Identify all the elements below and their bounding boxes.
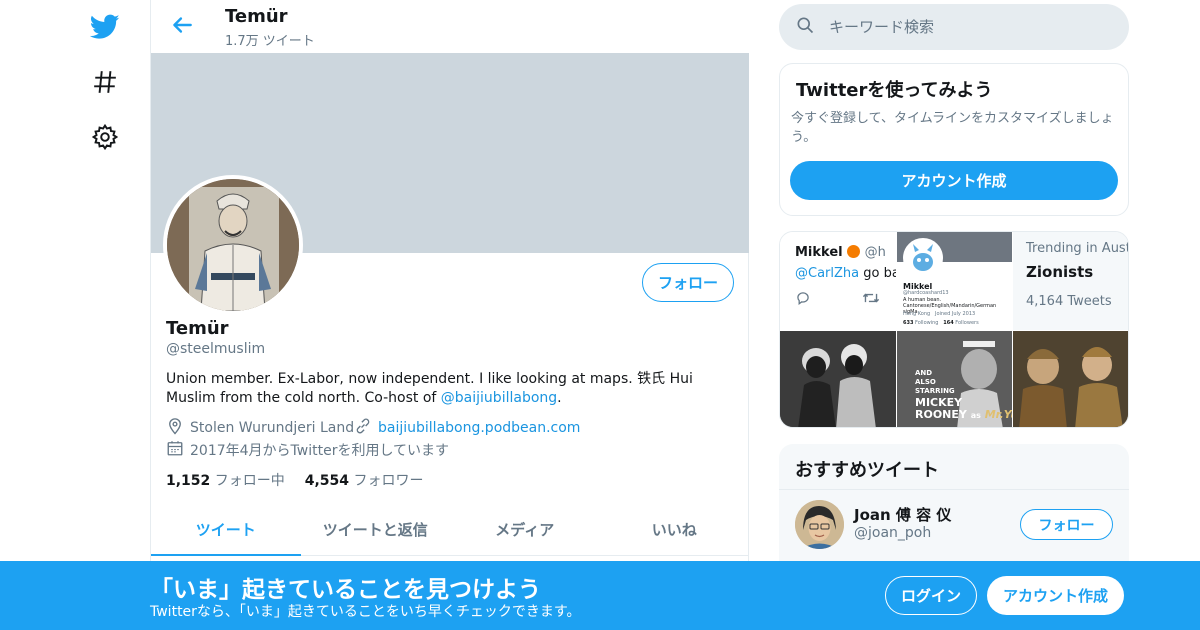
recommended-title: おすすめツイート [795,460,939,481]
tab-likes[interactable]: いいね [600,503,750,555]
joined-text: 2017年4月からTwitterを利用しています [190,443,450,459]
recommended-follow-button[interactable]: フォロー [1020,509,1113,540]
profile-location: Stolen Wurundjeri Land [166,417,354,439]
recommended-handle: @joan_poh [854,525,932,541]
profile-snippet-location: Hong Kong [903,311,931,317]
recommended-card: おすすめツイート Joan 傅 容 仪 @joan_poh フォロー [779,444,1129,574]
profile-handle: @steelmuslim [166,341,266,357]
location-pin-icon [166,417,184,439]
signup-card-description: 今すぐ登録して、タイムラインをカスタマイズしましょう。 [791,111,1114,145]
profile-website: baijiubillabong.podbean.com [354,417,580,439]
tab-tweets[interactable]: ツイート [151,503,301,556]
login-button[interactable]: ログイン [885,576,977,615]
profile-stats: 1,152 フォロー中 4,554 フォロワー [166,470,424,490]
poster-line5: ROONEY [915,408,967,421]
signup-card-title: Twitterを使ってみよう [796,80,993,101]
profile-avatar[interactable] [163,175,303,315]
media-grid: Mikkel @h @CarlZha go bac Mikkel @hardco… [779,231,1129,428]
search-input[interactable] [829,18,1109,36]
snippet-handle: @h [864,245,886,260]
bottom-signup-button[interactable]: アカウント作成 [987,576,1124,615]
tweet-count: 1.7万 ツイート [225,34,315,49]
calendar-icon [166,439,184,461]
profile-column: Temür 1.7万 ツイート フォロー Temür @steelmuslim … [150,0,749,630]
bottom-signup-bar: 「いま」起きていることを見つけよう Twitterなら、「いま」起きていることを… [0,561,1200,630]
profile-snippet-following-label: Following [915,320,939,326]
link-icon [354,417,372,439]
follow-button[interactable]: フォロー [642,263,734,302]
website-link[interactable]: baijiubillabong.podbean.com [378,420,580,436]
header-name: Temür [225,6,288,27]
trending-label: Trending in Aust [1026,241,1129,256]
snippet-name: Mikkel [795,245,843,260]
create-account-button[interactable]: アカウント作成 [790,161,1118,200]
profile-tabs: ツイート ツイートと返信 メディア いいね [151,503,749,556]
media-tweet-snippet[interactable]: Mikkel @h @CarlZha go bac [780,232,896,330]
bio-end: . [557,390,562,406]
poster-line6: as [970,411,981,420]
arrow-left-icon[interactable] [169,12,195,38]
tab-media[interactable]: メディア [450,503,600,555]
bottom-bar-title: 「いま」起きていることを見つけよう [150,577,541,603]
recommended-avatar[interactable] [795,500,844,549]
profile-snippet-joined: Joined July 2013 [934,311,976,317]
following-stat[interactable]: 1,152 フォロー中 [166,470,285,490]
following-label: フォロー中 [214,473,285,489]
profile-snippet-handle: @hardcoashard13 [903,290,949,296]
poster-line1: AND [915,369,933,377]
media-photo-1[interactable] [780,331,896,427]
profile-snippet-followers: 164 [943,320,954,326]
poster-line2: ALSO [915,378,936,386]
profile-bio: Union member. Ex-Labor, now independent.… [166,370,736,408]
twitter-logo-icon[interactable] [88,10,122,44]
followers-label: フォロワー [353,473,424,489]
poster-line3: STARRING [915,387,955,395]
profile-joined: 2017年4月からTwitterを利用しています [166,439,449,461]
profile-name: Temür [166,318,229,339]
location-text: Stolen Wurundjeri Land [190,420,355,436]
hashtag-icon[interactable] [88,65,122,99]
following-count: 1,152 [166,473,211,489]
snippet-text: go bac [863,266,896,281]
recommended-name[interactable]: Joan 傅 容 仪 [854,504,951,525]
trending-topic: Zionists [1026,263,1094,281]
media-photo-3[interactable] [1013,331,1128,427]
reply-icon [795,290,811,309]
profile-snippet-followers-label: Followers [955,320,979,326]
followers-count: 4,554 [304,473,350,489]
poster-line7: Mr.Yun [984,408,1012,421]
media-profile-snippet[interactable]: Mikkel @hardcoashard13 A human bean. Can… [897,232,1012,330]
followers-stat[interactable]: 4,554 フォロワー [305,470,424,490]
retweet-icon [862,290,880,309]
media-trending-snippet[interactable]: Trending in Aust Zionists 4,164 Tweets [1013,232,1129,330]
profile-header: Temür 1.7万 ツイート [151,0,749,53]
bio-mention-link[interactable]: @baijiubillabong [441,390,557,406]
snippet-mention: @CarlZha [795,266,860,281]
bio-text: Union member. Ex-Labor, now independent.… [166,371,693,406]
trending-count: 4,164 Tweets [1026,294,1112,309]
profile-snippet-following: 633 [903,320,914,326]
bottom-bar-subtitle: Twitterなら、「いま」起きていることをいち早くチェックできます。 [150,604,581,620]
search-icon [795,15,815,39]
tab-tweets-and-replies[interactable]: ツイートと返信 [301,503,451,555]
recommended-divider [779,489,1129,490]
gear-icon[interactable] [88,120,122,154]
signup-card: Twitterを使ってみよう 今すぐ登録して、タイムラインをカスタマイズしましょ… [779,63,1129,216]
search-box[interactable] [779,4,1129,50]
media-photo-2[interactable]: AND ALSO STARRING MICKEY ROONEY as Mr.Yu… [897,331,1012,427]
pumpkin-icon [847,245,861,258]
